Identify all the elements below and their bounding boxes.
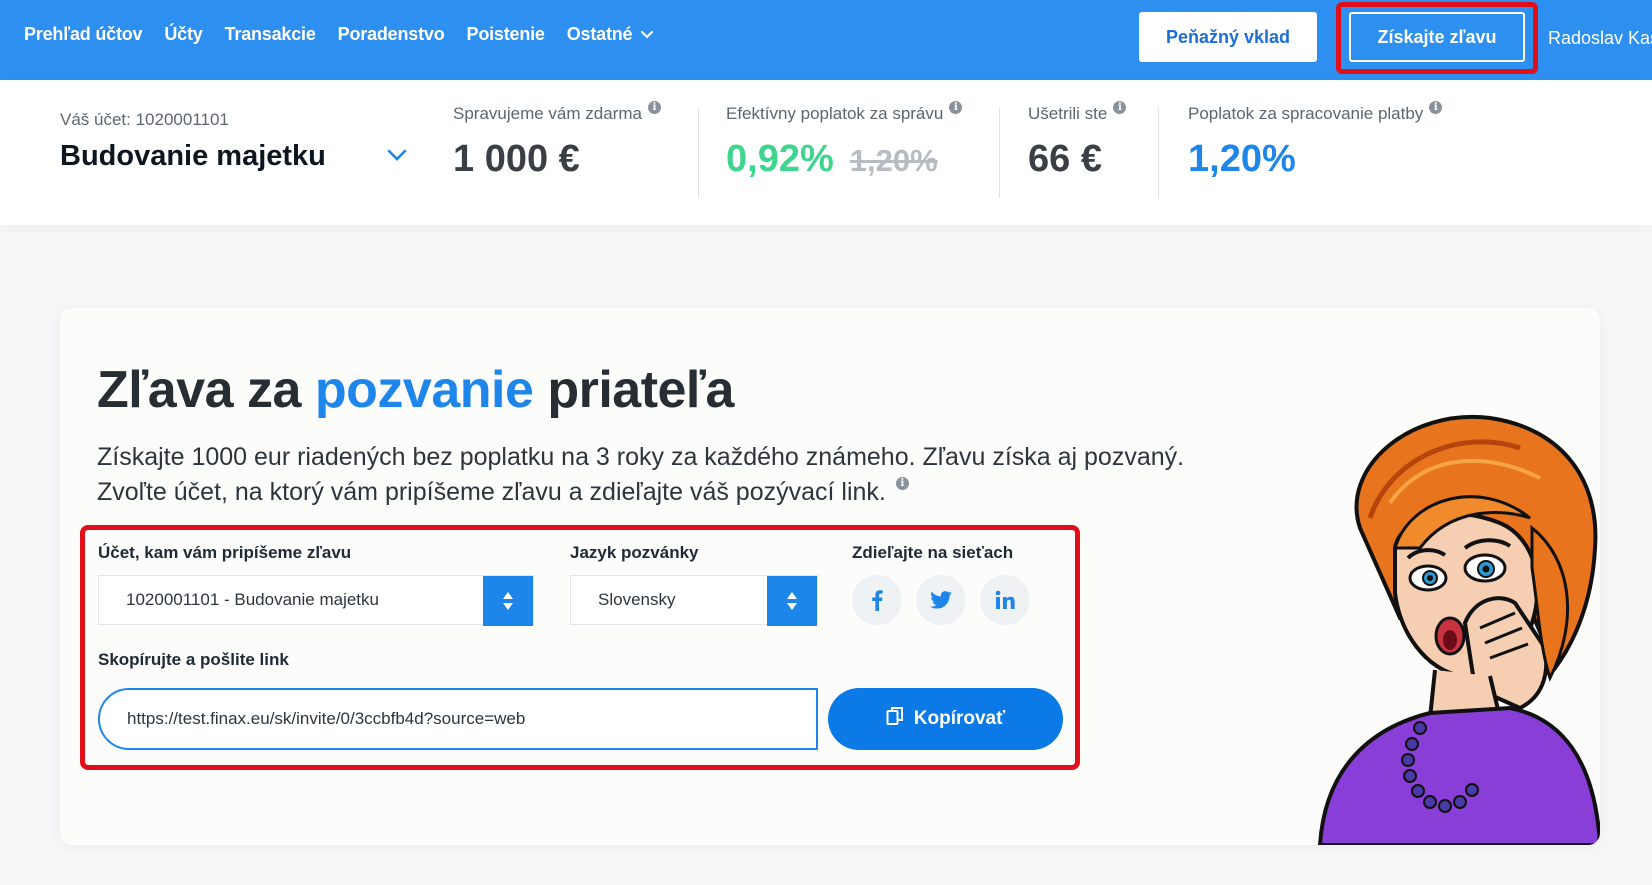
stat-payment-label: Poplatok za spracovanie platby: [1188, 104, 1424, 123]
stat-saved-label: Ušetrili ste: [1028, 104, 1108, 123]
stat-fee-old-value: 1,20%: [849, 143, 938, 178]
account-name: Budovanie majetku: [60, 140, 326, 172]
account-field-label: Účet, kam vám pripíšeme zľavu: [98, 543, 352, 562]
stat-managed: Spravujeme vám zdarma i 1 000 €: [453, 101, 661, 181]
info-icon[interactable]: i: [647, 101, 661, 114]
copy-icon: [886, 706, 914, 732]
divider: [698, 108, 699, 198]
nav-item-transactions[interactable]: Transakcie: [225, 24, 316, 45]
top-navigation: Prehľad účtov Účty Transakcie Poradenstv…: [0, 0, 1652, 80]
sort-arrows-icon: [767, 576, 817, 626]
language-field-label: Jazyk pozvánky: [570, 543, 699, 562]
title-highlight: pozvanie: [314, 361, 534, 419]
chevron-down-icon: [640, 24, 654, 45]
title-part: priateľa: [533, 361, 734, 419]
stat-payment-value: 1,20%: [1188, 138, 1296, 180]
nav-item-insurance[interactable]: Poistenie: [467, 24, 545, 45]
copy-button[interactable]: Kopírovať: [828, 688, 1063, 750]
invite-link-input[interactable]: https://test.finax.eu/sk/invite/0/3ccbfb…: [98, 688, 818, 750]
stat-saved: Ušetrili ste i 66 €: [1028, 101, 1127, 181]
linkedin-icon[interactable]: [980, 575, 1030, 625]
sort-arrows-icon: [483, 576, 533, 626]
nav-item-accounts[interactable]: Účty: [164, 24, 202, 45]
language-select-value: Slovensky: [598, 590, 676, 609]
facebook-icon[interactable]: [852, 575, 902, 625]
stat-fee: Efektívny poplatok za správu i 0,92% 1,20%: [726, 101, 963, 181]
divider: [999, 108, 1000, 198]
description-text: Získajte 1000 eur riadených bez poplatku…: [97, 443, 1185, 506]
info-icon[interactable]: i: [1113, 101, 1127, 114]
stat-payment-fee: Poplatok za spracovanie platby i 1,20%: [1188, 101, 1443, 181]
nav-item-other-label: Ostatné: [566, 24, 633, 44]
nav-links: Prehľad účtov Účty Transakcie Poradenstv…: [24, 24, 676, 45]
deposit-button[interactable]: Peňažný vklad: [1139, 12, 1317, 62]
stat-fee-value: 0,92%: [726, 138, 834, 180]
divider: [1158, 108, 1159, 198]
description: Získajte 1000 eur riadených bez poplatku…: [97, 440, 1217, 510]
account-select[interactable]: 1020001101 - Budovanie majetku: [98, 575, 534, 626]
page-title: Zľava za pozvanie priateľa: [97, 360, 734, 420]
referral-card: Zľava za pozvanie priateľa Získajte 1000…: [60, 308, 1600, 845]
account-number-label: Váš účet: 1020001101: [60, 110, 229, 129]
nav-item-accounts-overview[interactable]: Prehľad účtov: [24, 24, 143, 45]
stat-managed-value: 1 000 €: [453, 138, 580, 180]
invite-link-value: https://test.finax.eu/sk/invite/0/3ccbfb…: [127, 709, 526, 728]
info-icon[interactable]: i: [895, 477, 909, 490]
stat-fee-label: Efektívny poplatok za správu: [726, 104, 944, 123]
share-label: Zdieľajte na sieťach: [852, 543, 1014, 562]
language-select[interactable]: Slovensky: [570, 575, 818, 626]
info-icon[interactable]: i: [949, 101, 963, 114]
get-discount-button[interactable]: Získajte zľavu: [1349, 12, 1525, 62]
nav-item-advisory[interactable]: Poradenstvo: [338, 24, 445, 45]
nav-item-other[interactable]: Ostatné: [567, 24, 655, 45]
title-part: Zľava za: [97, 361, 315, 419]
twitter-icon[interactable]: [916, 575, 966, 625]
copy-link-label: Skopírujte a pošlite link: [98, 650, 289, 669]
user-menu[interactable]: Radoslav Kas: [1548, 28, 1652, 49]
chevron-down-icon[interactable]: [386, 148, 408, 167]
stat-saved-value: 66 €: [1028, 138, 1102, 180]
account-select-value: 1020001101 - Budovanie majetku: [126, 590, 379, 609]
account-summary: Váš účet: 1020001101 Budovanie majetku S…: [0, 80, 1652, 225]
copy-button-label: Kopírovať: [913, 708, 1006, 729]
info-icon[interactable]: i: [1429, 101, 1443, 114]
illustration-woman: [1300, 408, 1600, 845]
stat-managed-label: Spravujeme vám zdarma: [453, 104, 642, 123]
